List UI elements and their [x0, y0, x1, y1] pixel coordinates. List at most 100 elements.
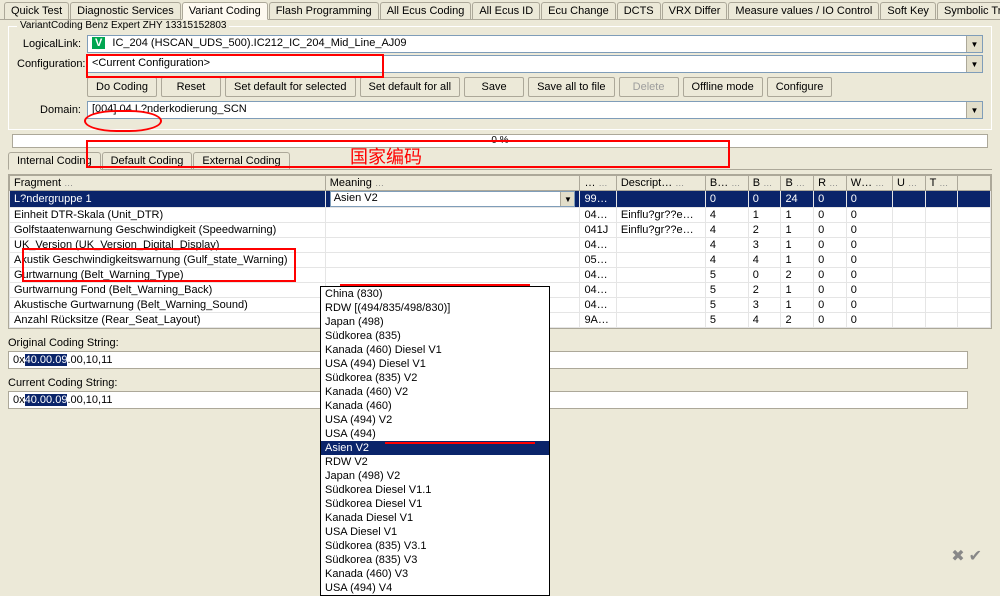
cancel-icon[interactable]: ✖ — [951, 546, 964, 566]
dropdown-option[interactable]: USA (494) V4 — [321, 581, 549, 595]
fragment-cell[interactable]: Gurtwarnung Fond (Belt_Warning_Back) — [10, 283, 326, 298]
col-header[interactable]: R … — [814, 176, 847, 191]
inner-tab-default-coding[interactable]: Default Coding — [102, 152, 193, 169]
col-header[interactable]: B… … — [705, 176, 748, 191]
dropdown-option[interactable]: Südkorea Diesel V1 — [321, 497, 549, 511]
inner-tab-external-coding[interactable]: External Coding — [193, 152, 289, 169]
chevron-down-icon[interactable]: ▼ — [966, 36, 982, 52]
domain-label: Domain: — [17, 104, 87, 116]
top-tab-measure-values-io-control[interactable]: Measure values / IO Control — [728, 2, 879, 19]
col-header[interactable]: T … — [925, 176, 958, 191]
fragment-cell[interactable]: Einheit DTR-Skala (Unit_DTR) — [10, 208, 326, 223]
dropdown-option[interactable]: China (830) — [321, 287, 549, 301]
c2-cell: 99… — [580, 191, 616, 208]
dropdown-option[interactable]: Kanada (460) — [321, 399, 549, 413]
configuration-combo[interactable]: <Current Configuration> ▼ — [87, 55, 983, 73]
apply-icon[interactable]: ✔ — [969, 546, 982, 566]
offline-mode-button[interactable]: Offline mode — [683, 77, 763, 97]
desc-cell — [616, 298, 705, 313]
val-cell — [892, 238, 925, 253]
dropdown-option[interactable]: RDW [(494/835/498/830)] — [321, 301, 549, 315]
dropdown-option[interactable]: RDW V2 — [321, 455, 549, 469]
dropdown-option[interactable]: USA (494) — [321, 427, 549, 441]
meaning-dropdown-list[interactable]: China (830)RDW [(494/835/498/830)]Japan … — [320, 286, 550, 596]
fragment-cell[interactable]: Golfstaatenwarnung Geschwindigkeit (Spee… — [10, 223, 326, 238]
dropdown-option[interactable]: USA (494) Diesel V1 — [321, 357, 549, 371]
fragment-cell[interactable]: Akustik Geschwindigkeitswarnung (Gulf_st… — [10, 253, 326, 268]
col-header[interactable]: U … — [892, 176, 925, 191]
col-header[interactable]: W… … — [846, 176, 892, 191]
fragment-cell[interactable]: UK_Version (UK_Version_Digital_Display) — [10, 238, 326, 253]
fragment-cell[interactable]: Akustische Gurtwarnung (Belt_Warning_Sou… — [10, 298, 326, 313]
dropdown-option[interactable]: Südkorea Diesel V1.1 — [321, 483, 549, 497]
logical-link-combo[interactable]: V IC_204 (HSCAN_UDS_500).IC212_IC_204_Mi… — [87, 35, 983, 53]
configure-button[interactable]: Configure — [767, 77, 833, 97]
delete-button: Delete — [619, 77, 679, 97]
save-all-button[interactable]: Save all to file — [528, 77, 614, 97]
dropdown-option[interactable]: Kanada (460) V3 — [321, 567, 549, 581]
col-header[interactable]: Fragment … — [10, 176, 326, 191]
fragment-cell[interactable]: Gurtwarnung (Belt_Warning_Type) — [10, 268, 326, 283]
col-header[interactable]: Descript… … — [616, 176, 705, 191]
top-tab-all-ecus-id[interactable]: All Ecus ID — [472, 2, 540, 19]
top-tab-variant-coding[interactable]: Variant Coding — [182, 2, 268, 20]
desc-cell: Einflu?gr??e… — [616, 208, 705, 223]
top-tab-quick-test[interactable]: Quick Test — [4, 2, 69, 19]
fragment-cell[interactable]: L?ndergruppe 1 — [10, 191, 326, 208]
dropdown-option[interactable]: Japan (498) — [321, 315, 549, 329]
meaning-cell[interactable] — [325, 223, 580, 238]
chevron-down-icon[interactable]: ▼ — [966, 102, 982, 118]
chevron-down-icon[interactable]: ▼ — [966, 56, 982, 72]
dropdown-option[interactable]: Japan (498) V2 — [321, 469, 549, 483]
top-tab-flash-programming[interactable]: Flash Programming — [269, 2, 379, 19]
do-coding-button[interactable]: Do Coding — [87, 77, 157, 97]
set-default-selected-button[interactable]: Set default for selected — [225, 77, 356, 97]
val-cell: 0 — [846, 191, 892, 208]
top-tab-all-ecus-coding[interactable]: All Ecus Coding — [380, 2, 472, 19]
meaning-cell[interactable] — [325, 208, 580, 223]
top-tab-diagnostic-services[interactable]: Diagnostic Services — [70, 2, 181, 19]
dropdown-option[interactable]: Asien V2 — [321, 441, 549, 455]
top-tab-dcts[interactable]: DCTS — [617, 2, 661, 19]
col-header[interactable]: … … — [580, 176, 616, 191]
val-cell: 0 — [814, 223, 847, 238]
col-header[interactable]: Meaning … — [325, 176, 580, 191]
dropdown-option[interactable]: Südkorea (835) V2 — [321, 371, 549, 385]
meaning-cell[interactable] — [325, 238, 580, 253]
inner-tab-internal-coding[interactable]: Internal Coding — [8, 152, 101, 170]
dropdown-option[interactable]: USA (494) V2 — [321, 413, 549, 427]
set-default-all-button[interactable]: Set default for all — [360, 77, 461, 97]
configuration-value: <Current Configuration> — [92, 57, 210, 69]
val-cell: 4 — [748, 313, 781, 328]
val-cell: 2 — [748, 283, 781, 298]
dropdown-option[interactable]: Kanada Diesel V1 — [321, 511, 549, 525]
dropdown-option[interactable]: Kanada (460) Diesel V1 — [321, 343, 549, 357]
domain-combo[interactable]: [004] 04 L?nderkodierung_SCN ▼ — [87, 101, 983, 119]
dropdown-option[interactable]: USA Diesel V1 — [321, 525, 549, 539]
dropdown-option[interactable]: Südkorea (835) V3.1 — [321, 539, 549, 553]
top-tab-ecu-change[interactable]: Ecu Change — [541, 2, 616, 19]
col-header[interactable]: B … — [781, 176, 814, 191]
val-cell: 0 — [846, 238, 892, 253]
val-cell: 4 — [705, 253, 748, 268]
val-cell: 4 — [748, 253, 781, 268]
chevron-down-icon[interactable]: ▼ — [560, 192, 574, 206]
save-button[interactable]: Save — [464, 77, 524, 97]
meaning-cell[interactable]: Asien V2▼ — [325, 191, 580, 208]
c2-cell: 04… — [580, 208, 616, 223]
top-tab-vrx-differ[interactable]: VRX Differ — [662, 2, 728, 19]
fragment-cell[interactable]: Anzahl Rücksitze (Rear_Seat_Layout) — [10, 313, 326, 328]
dropdown-option[interactable]: Kanada (460) V2 — [321, 385, 549, 399]
top-tab-soft-key[interactable]: Soft Key — [880, 2, 936, 19]
dropdown-option[interactable]: Südkorea (835) V3 — [321, 553, 549, 567]
val-cell: 5 — [705, 268, 748, 283]
meaning-combo[interactable]: Asien V2▼ — [330, 191, 576, 207]
val-cell — [892, 191, 925, 208]
meaning-cell[interactable] — [325, 268, 580, 283]
val-cell: 0 — [846, 298, 892, 313]
col-header[interactable]: B … — [748, 176, 781, 191]
reset-button[interactable]: Reset — [161, 77, 221, 97]
top-tab-symbolic-trace[interactable]: Symbolic Trace — [937, 2, 1000, 19]
meaning-cell[interactable] — [325, 253, 580, 268]
dropdown-option[interactable]: Südkorea (835) — [321, 329, 549, 343]
